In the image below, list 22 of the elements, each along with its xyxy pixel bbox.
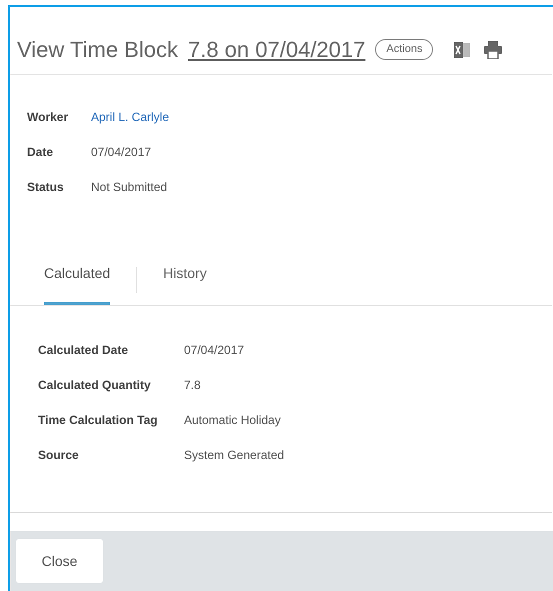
detail-label: Calculated Quantity [38,377,152,394]
field-label: Worker [27,109,70,126]
tab[interactable]: History [163,255,207,305]
detail-value: Automatic Holiday [184,412,281,429]
field-value: Not Submitted [91,179,168,196]
spreadsheet-icon[interactable] [453,40,472,58]
field-label: Date [27,144,54,161]
print-icon[interactable] [483,40,504,58]
detail-value: System Generated [184,447,284,464]
detail-value: 07/04/2017 [184,342,244,359]
detail-value: 7.8 [184,377,201,394]
detail-label: Time Calculation Tag [38,412,159,429]
detail-label: Source [38,447,80,464]
page-title: View Time Block [17,36,178,64]
worker-link[interactable]: April L. Carlyle [91,107,170,127]
actions-button[interactable]: Actions [375,39,434,60]
tab[interactable]: Calculated [44,255,110,305]
field-value: 07/04/2017 [91,144,152,161]
detail-label: Calculated Date [38,342,130,359]
time-block-link[interactable]: 7.8 on 07/04/2017 [188,33,366,66]
close-button[interactable]: Close [16,539,103,583]
field-label: Status [27,179,65,196]
